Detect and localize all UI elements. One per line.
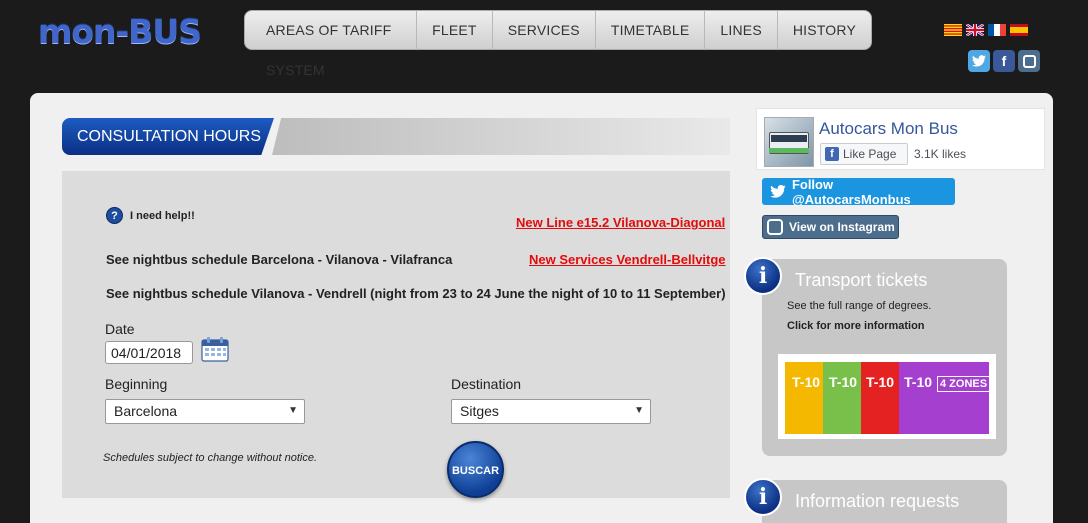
instagram-icon[interactable] xyxy=(1018,50,1040,72)
nav-history[interactable]: HISTORY xyxy=(778,10,871,50)
destination-label: Destination xyxy=(451,376,522,392)
section-title-bar xyxy=(272,118,730,155)
facebook-page-title[interactable]: Autocars Mon Bus xyxy=(819,119,958,139)
beginning-label: Beginning xyxy=(105,376,168,392)
ticket-label: T-10 xyxy=(904,374,933,390)
beginning-select[interactable]: Barcelona ▼ xyxy=(105,399,305,424)
chevron-down-icon: ▼ xyxy=(288,405,298,416)
beginning-value: Barcelona xyxy=(114,403,178,419)
instagram-icon xyxy=(767,219,783,235)
bus-thumbnail[interactable] xyxy=(764,117,814,167)
facebook-like-button[interactable]: f Like Page xyxy=(820,143,908,165)
search-button[interactable]: BUSCAR xyxy=(447,441,504,498)
chevron-down-icon: ▼ xyxy=(634,405,644,416)
date-input[interactable] xyxy=(105,341,193,364)
help-link[interactable]: ? I need help!! xyxy=(106,207,195,224)
facebook-icon[interactable]: f xyxy=(993,50,1015,72)
social-links: f xyxy=(968,50,1040,72)
transport-tickets-title: Transport tickets xyxy=(795,270,928,290)
facebook-like-count: 3.1K likes xyxy=(914,147,967,161)
uk-flag-icon[interactable] xyxy=(966,24,984,36)
nightbus-link-1[interactable]: See nightbus schedule Barcelona - Vilano… xyxy=(106,252,452,267)
instagram-label: View on Instagram xyxy=(789,220,895,234)
date-label: Date xyxy=(105,321,135,337)
nav-areas[interactable]: AREAS OF TARIFF SYSTEM xyxy=(251,10,418,78)
help-label: I need help!! xyxy=(130,209,195,222)
info-icon: i xyxy=(744,478,782,516)
section-title: CONSULTATION HOURS xyxy=(62,118,274,155)
twitter-follow-label: Follow @AutocarsMonbus xyxy=(791,176,911,207)
logo[interactable]: mon-BUS xyxy=(38,12,202,51)
spain-flag-icon[interactable] xyxy=(1010,24,1028,36)
ticket-label: T-10 xyxy=(792,374,821,390)
main-nav: AREAS OF TARIFF SYSTEM FLEET SERVICES TI… xyxy=(244,10,872,78)
nightbus-link-2[interactable]: See nightbus schedule Vilanova - Vendrel… xyxy=(106,286,726,301)
facebook-like-label: Like Page xyxy=(843,147,897,161)
new-services-link[interactable]: New Services Vendrell-Bellvitge xyxy=(529,252,726,267)
nav-fleet[interactable]: FLEET xyxy=(417,10,493,50)
nav-timetable[interactable]: TIMETABLE xyxy=(596,10,706,50)
ticket-strip xyxy=(861,362,899,434)
facebook-widget: Autocars Mon Bus f Like Page 3.1K likes xyxy=(756,108,1045,170)
twitter-icon[interactable] xyxy=(968,50,990,72)
destination-value: Sitges xyxy=(460,403,499,419)
ticket-label: T-10 xyxy=(829,374,858,390)
information-requests-title: Information requests xyxy=(795,491,960,511)
catalan-flag-icon[interactable] xyxy=(944,24,962,36)
calendar-icon[interactable] xyxy=(201,336,229,362)
instagram-button[interactable]: View on Instagram xyxy=(762,215,899,239)
language-flags xyxy=(944,24,1028,36)
ticket-label: T-10 xyxy=(866,374,895,390)
twitter-icon xyxy=(770,185,786,198)
nav-services[interactable]: SERVICES xyxy=(493,10,596,50)
transport-tickets-more[interactable]: Click for more information xyxy=(787,320,925,332)
help-icon: ? xyxy=(106,207,123,224)
twitter-follow-button[interactable]: Follow @AutocarsMonbus xyxy=(762,176,955,207)
info-icon: i xyxy=(744,257,782,295)
tickets-image[interactable]: T-10 T-10 T-10 T-10 4 ZONES xyxy=(778,354,996,439)
ticket-strip xyxy=(899,362,989,434)
ticket-strip xyxy=(823,362,861,434)
new-line-link[interactable]: New Line e15.2 Vilanova-Diagonal xyxy=(516,215,725,230)
destination-select[interactable]: Sitges ▼ xyxy=(451,399,651,424)
facebook-icon: f xyxy=(825,147,839,161)
ticket-label: 4 ZONES xyxy=(937,376,991,392)
transport-tickets-text: See the full range of degrees. xyxy=(787,300,932,312)
nav-lines[interactable]: LINES xyxy=(705,10,778,50)
schedule-disclaimer: Schedules subject to change without noti… xyxy=(103,452,318,464)
ticket-strip xyxy=(785,362,823,434)
france-flag-icon[interactable] xyxy=(988,24,1006,36)
